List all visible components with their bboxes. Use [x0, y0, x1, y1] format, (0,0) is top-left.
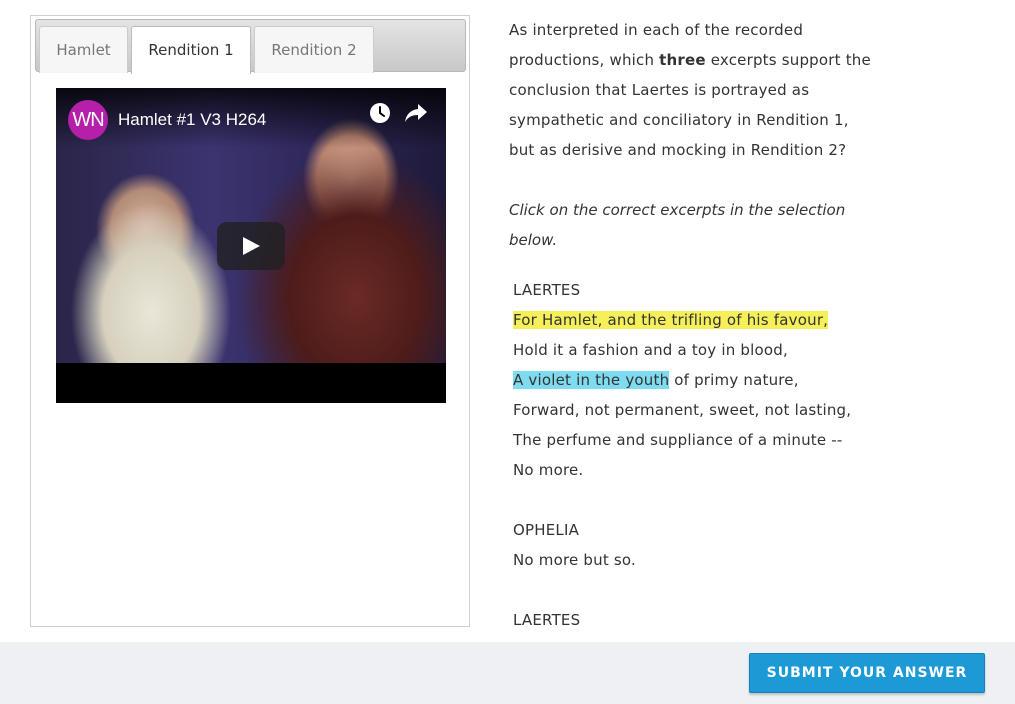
excerpt-line[interactable]: Hold it a fashion and a toy in blood,	[513, 341, 788, 359]
bottom-bar: SUBMIT YOUR ANSWER	[0, 642, 1015, 704]
excerpt-line[interactable]: The perfume and suppliance of a minute -…	[513, 431, 843, 449]
tab-bar: Hamlet Rendition 1 Rendition 2	[35, 19, 466, 74]
clock-icon[interactable]	[369, 102, 391, 124]
channel-logo[interactable]: WN	[68, 100, 108, 140]
play-icon	[243, 237, 260, 255]
speaker-label: LAERTES	[513, 611, 581, 629]
play-button[interactable]	[217, 222, 285, 270]
excerpt-line-rest[interactable]: of primy nature,	[669, 371, 798, 389]
video-title[interactable]: Hamlet #1 V3 H264	[118, 110, 266, 130]
video-player[interactable]: WN Hamlet #1 V3 H264	[56, 88, 446, 403]
excerpt-selected-2[interactable]: A violet in the youth	[513, 371, 670, 389]
tab-hamlet[interactable]: Hamlet	[39, 26, 128, 73]
question-emphasis: three	[659, 51, 706, 69]
submit-button[interactable]: SUBMIT YOUR ANSWER	[749, 653, 985, 693]
tab-rendition-2[interactable]: Rendition 2	[254, 26, 374, 73]
resource-panel: Hamlet Rendition 1 Rendition 2 WN Hamlet…	[30, 15, 470, 627]
speaker-label: LAERTES	[513, 281, 581, 299]
speaker-label: OPHELIA	[513, 521, 580, 539]
instruction-text: Click on the correct excerpts in the sel…	[509, 201, 846, 249]
excerpt-selected-1[interactable]: For Hamlet, and the trifling of his favo…	[513, 311, 829, 329]
question-text: As interpreted in each of the recorded p…	[509, 15, 879, 165]
excerpt-line[interactable]: No more.	[513, 461, 583, 479]
excerpt-line[interactable]: No more but so.	[513, 551, 636, 569]
excerpt-line[interactable]: Forward, not permanent, sweet, not lasti…	[513, 401, 851, 419]
passage: LAERTES For Hamlet, and the trifling of …	[513, 275, 893, 635]
share-icon[interactable]	[404, 102, 428, 124]
tab-rendition-1[interactable]: Rendition 1	[131, 26, 251, 74]
